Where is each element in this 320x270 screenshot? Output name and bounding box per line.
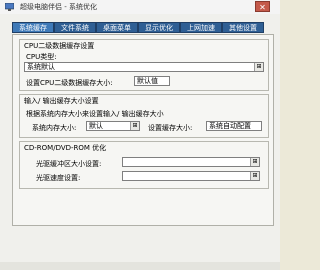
cdrom-speed-select[interactable]: ⊞ (122, 171, 260, 181)
io-cache-group: 输入/ 输出缓存大小设置 根据系统内存大小来设置输入/ 输出缓存大小 系统内存大… (19, 94, 269, 138)
main-window: 超级电脑伴侣 - 系统优化 ✕ 系统缓存 文件系统 桌面菜单 显示优化 上网加速… (0, 0, 280, 270)
system-memory-label: 系统内存大小: (32, 124, 77, 132)
tab-file-system[interactable]: 文件系统 (54, 22, 96, 33)
cpu-cache-size-select[interactable]: 默认值 (134, 76, 170, 86)
dropdown-arrow-icon[interactable]: ⊞ (250, 158, 259, 166)
cpu-cache-size-label: 设置CPU二级数据缓存大小: (26, 79, 113, 87)
io-cache-description: 根据系统内存大小来设置输入/ 输出缓存大小 (26, 110, 164, 118)
tab-other-settings[interactable]: 其他设置 (222, 22, 264, 33)
system-cache-panel: CPU二级数据缓存设置 CPU类型: 系统默认 ⊞ 设置CPU二级数据缓存大小:… (12, 34, 274, 226)
cpu-type-label: CPU类型: (26, 53, 57, 61)
buffer-size-label: 设置缓存大小: (148, 124, 193, 132)
system-memory-select[interactable]: 默认 ⊞ (86, 121, 140, 131)
tab-display-optimize[interactable]: 显示优化 (138, 22, 180, 33)
io-cache-group-title: 输入/ 输出缓存大小设置 (24, 97, 99, 105)
title-bar[interactable]: 超级电脑伴侣 - 系统优化 ✕ (0, 0, 280, 14)
cdrom-group: CD-ROM/DVD-ROM 优化 光驱缓冲区大小设置: ⊞ 光驱速度设置: ⊞ (19, 141, 269, 189)
cdrom-buffer-select[interactable]: ⊞ (122, 157, 260, 167)
cdrom-buffer-label: 光驱缓冲区大小设置: (36, 160, 102, 168)
window-title: 超级电脑伴侣 - 系统优化 (20, 3, 97, 11)
cpu-type-select[interactable]: 系统默认 ⊞ (24, 62, 264, 72)
app-icon (5, 3, 14, 11)
cdrom-speed-label: 光驱速度设置: (36, 174, 81, 182)
status-bar (0, 262, 280, 270)
cpu-cache-group: CPU二级数据缓存设置 CPU类型: 系统默认 ⊞ 设置CPU二级数据缓存大小:… (19, 39, 269, 91)
tab-network-speedup[interactable]: 上网加速 (180, 22, 222, 33)
tab-system-cache[interactable]: 系统缓存 (12, 22, 54, 33)
cpu-type-value: 系统默认 (27, 63, 55, 71)
tab-desktop-menu[interactable]: 桌面菜单 (96, 22, 138, 33)
dropdown-arrow-icon[interactable]: ⊞ (250, 172, 259, 180)
dropdown-arrow-icon[interactable]: ⊞ (254, 63, 263, 71)
close-button[interactable]: ✕ (255, 1, 270, 12)
cdrom-group-title: CD-ROM/DVD-ROM 优化 (24, 144, 107, 152)
dropdown-arrow-icon[interactable]: ⊞ (130, 122, 139, 130)
cpu-cache-group-title: CPU二级数据缓存设置 (24, 42, 95, 50)
tab-bar: 系统缓存 文件系统 桌面菜单 显示优化 上网加速 其他设置 (12, 22, 274, 34)
system-memory-value: 默认 (89, 122, 103, 130)
buffer-size-value[interactable]: 系统自动配置 (206, 121, 262, 131)
